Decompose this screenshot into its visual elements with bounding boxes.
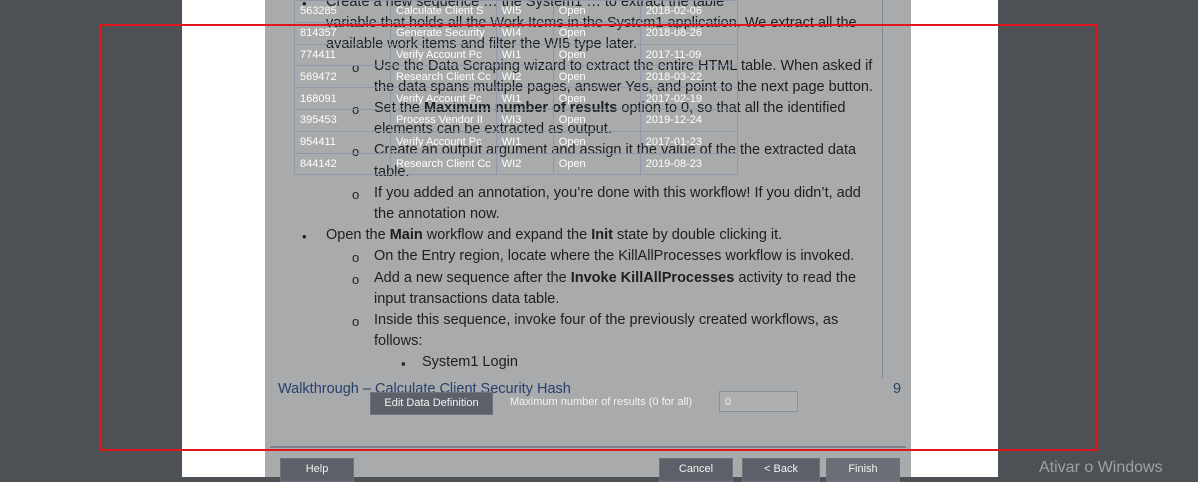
help-button[interactable]: Help xyxy=(280,458,354,482)
finish-button[interactable]: Finish xyxy=(826,458,900,482)
table-row: 563285 Calculate Client S WI5 Open 2018-02-0… xyxy=(294,0,738,23)
cancel-button[interactable]: Cancel xyxy=(659,458,733,482)
windows-activation-watermark: Ativar o Windows xyxy=(1039,459,1163,476)
table-cell: WI5 xyxy=(495,0,554,23)
table-cell: 563285 xyxy=(294,0,391,23)
table-cell: Calculate Client S xyxy=(390,0,497,23)
selection-rectangle xyxy=(99,24,1097,451)
table-cell: 2018-02-06 xyxy=(639,0,738,23)
back-button[interactable]: < Back xyxy=(742,458,820,482)
table-cell: Open xyxy=(552,0,641,23)
